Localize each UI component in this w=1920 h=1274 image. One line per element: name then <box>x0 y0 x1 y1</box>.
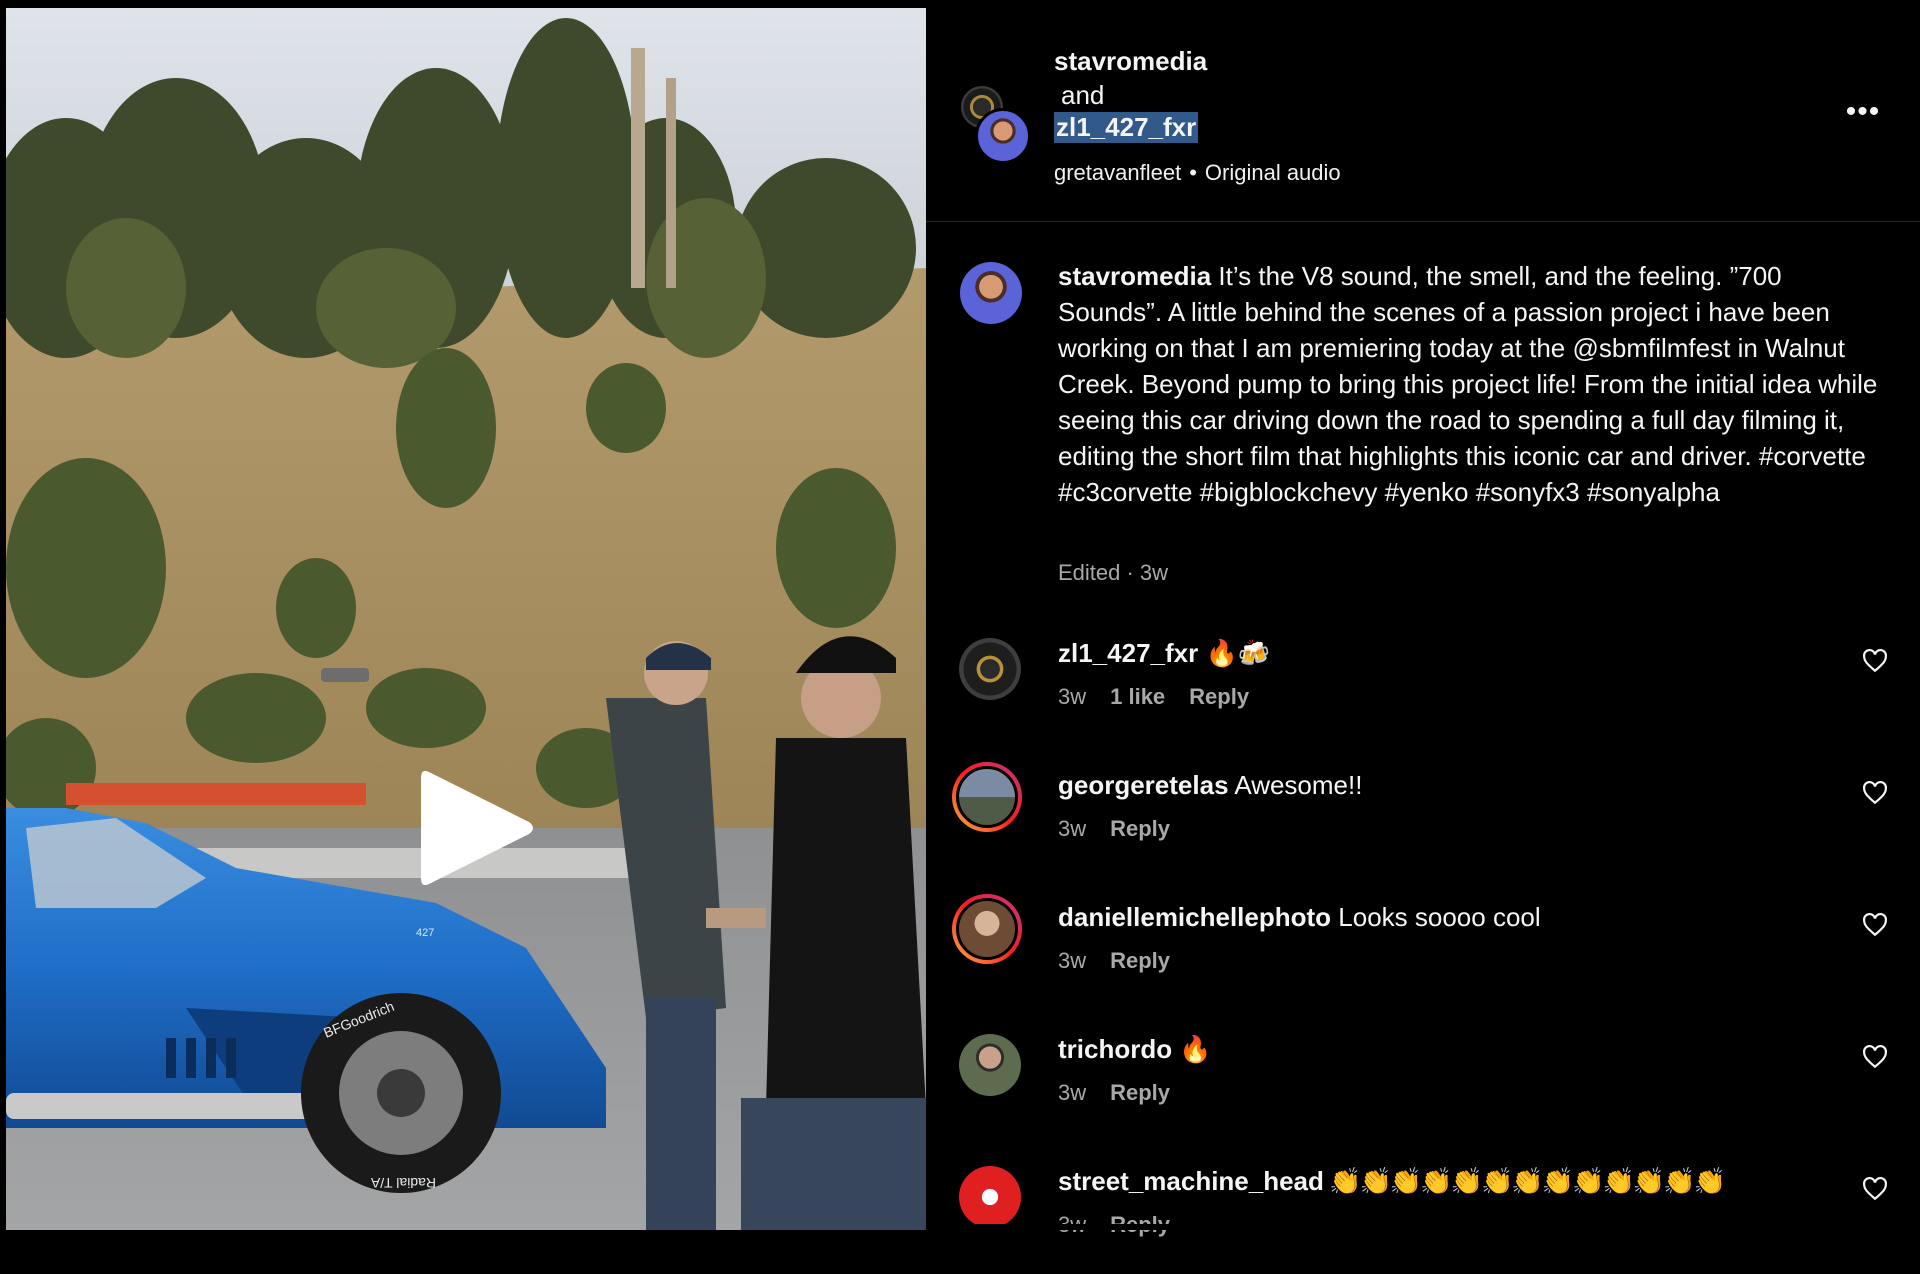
comment-meta: 3w 1 like Reply <box>1058 684 1273 710</box>
comment-body: Awesome!! <box>1228 770 1363 800</box>
heart-icon <box>1863 780 1887 805</box>
comment-username[interactable]: daniellemichellephoto <box>1058 902 1331 932</box>
heart-icon <box>1863 648 1887 673</box>
comment-avatar[interactable] <box>952 894 1022 964</box>
comment-time: 3w <box>1058 684 1087 709</box>
more-icon: ••• <box>1845 95 1881 128</box>
comment-username[interactable]: zl1_427_fxr <box>1058 638 1198 668</box>
play-icon <box>421 770 533 886</box>
heart-icon <box>1863 1044 1887 1069</box>
comment-item: trichordo 🔥 3w Reply <box>926 1032 1920 1142</box>
comment-text: trichordo 🔥 <box>1058 1032 1818 1066</box>
comment-username[interactable]: georgeretelas <box>1058 770 1229 800</box>
comment-text: zl1_427_fxr 🔥🍻 <box>1058 636 1818 670</box>
comment-item: georgeretelas Awesome!! 3w Reply <box>926 762 1920 878</box>
like-button[interactable] <box>1862 780 1888 806</box>
comment-item: street_machine_head 👏👏👏👏👏👏👏👏👏👏👏👏👏 3wRepl… <box>926 1164 1920 1274</box>
tire-lettering-bottom: Radial T/A <box>370 1175 436 1191</box>
more-options-button[interactable]: ••• <box>1844 97 1882 130</box>
post-sidebar: stavromedia and zl1_427_fxr gretavanflee… <box>926 8 1920 1237</box>
comment-avatar[interactable] <box>952 762 1022 832</box>
collab-avatar-stack[interactable] <box>959 84 1031 164</box>
caption-text: stavromedia It’s the V8 sound, the smell… <box>1058 258 1888 510</box>
audio-label[interactable]: Original audio <box>1205 160 1341 185</box>
reply-button[interactable]: Reply <box>1110 816 1170 841</box>
comment-meta: 3w Reply <box>1058 816 1194 842</box>
play-button[interactable] <box>411 758 541 898</box>
caption-avatar[interactable] <box>960 262 1022 324</box>
video-frame-image: BFGoodrich Radial T/A 427 <box>6 8 926 1230</box>
comment-time: 3w <box>1058 1080 1087 1105</box>
comment-avatar[interactable] <box>959 1034 1021 1096</box>
comments-scroll-edge <box>926 1224 1920 1230</box>
caption-meta: Edited · 3w <box>1058 560 1169 585</box>
stavromedia-avatar <box>975 108 1031 164</box>
like-button[interactable] <box>1862 912 1888 938</box>
comment-username[interactable]: trichordo <box>1058 1034 1172 1064</box>
comment-meta: 3w Reply <box>1058 1080 1194 1106</box>
header-username-zl1[interactable]: zl1_427_fxr <box>1054 112 1199 143</box>
comment-text: georgeretelas Awesome!! <box>1058 768 1818 802</box>
comment-time: 3w <box>1058 816 1087 841</box>
like-button[interactable] <box>1862 648 1888 674</box>
comment-text: street_machine_head 👏👏👏👏👏👏👏👏👏👏👏👏👏 <box>1058 1164 1818 1198</box>
comment-likes[interactable]: 1 like <box>1110 684 1165 709</box>
audio-info[interactable]: gretavanfleet • Original audio <box>1054 160 1341 186</box>
hood-badge-text: 427 <box>416 927 434 939</box>
comment-avatar[interactable] <box>959 638 1021 700</box>
post-header: stavromedia and zl1_427_fxr gretavanflee… <box>926 8 1920 222</box>
reply-button[interactable]: Reply <box>1110 948 1170 973</box>
reply-button[interactable]: Reply <box>1189 684 1249 709</box>
header-username-stavromedia[interactable]: stavromedia <box>1054 46 1207 77</box>
header-and-text: and <box>1061 80 1105 110</box>
caption-body: It’s the V8 sound, the smell, and the fe… <box>1058 261 1878 507</box>
comment-item: daniellemichellephoto Looks soooo cool 3… <box>926 894 1920 1010</box>
caption-username[interactable]: stavromedia <box>1058 261 1211 291</box>
reply-button[interactable]: Reply <box>1110 1080 1170 1105</box>
comment-avatar[interactable] <box>959 1166 1021 1228</box>
comment-item: zl1_427_fxr 🔥🍻 3w 1 like Reply <box>926 636 1920 746</box>
audio-separator: • <box>1189 160 1197 185</box>
comment-body: 🔥🍻 <box>1198 638 1271 668</box>
like-button[interactable] <box>1862 1044 1888 1070</box>
comment-time: 3w <box>1058 948 1087 973</box>
comment-meta: 3w Reply <box>1058 948 1194 974</box>
comment-body: 👏👏👏👏👏👏👏👏👏👏👏👏👏 <box>1323 1166 1726 1196</box>
audio-artist[interactable]: gretavanfleet <box>1054 160 1181 185</box>
reel-video[interactable]: BFGoodrich Radial T/A 427 <box>6 8 926 1230</box>
heart-icon <box>1863 1176 1887 1201</box>
comment-body: Looks soooo cool <box>1331 902 1541 932</box>
comment-body: 🔥 <box>1172 1034 1212 1064</box>
comment-text: daniellemichellephoto Looks soooo cool <box>1058 900 1818 934</box>
app-window: BFGoodrich Radial T/A 427 stavromedia an… <box>0 0 1920 1239</box>
heart-icon <box>1863 912 1887 937</box>
comment-username[interactable]: street_machine_head <box>1058 1166 1324 1196</box>
like-button[interactable] <box>1862 1176 1888 1202</box>
